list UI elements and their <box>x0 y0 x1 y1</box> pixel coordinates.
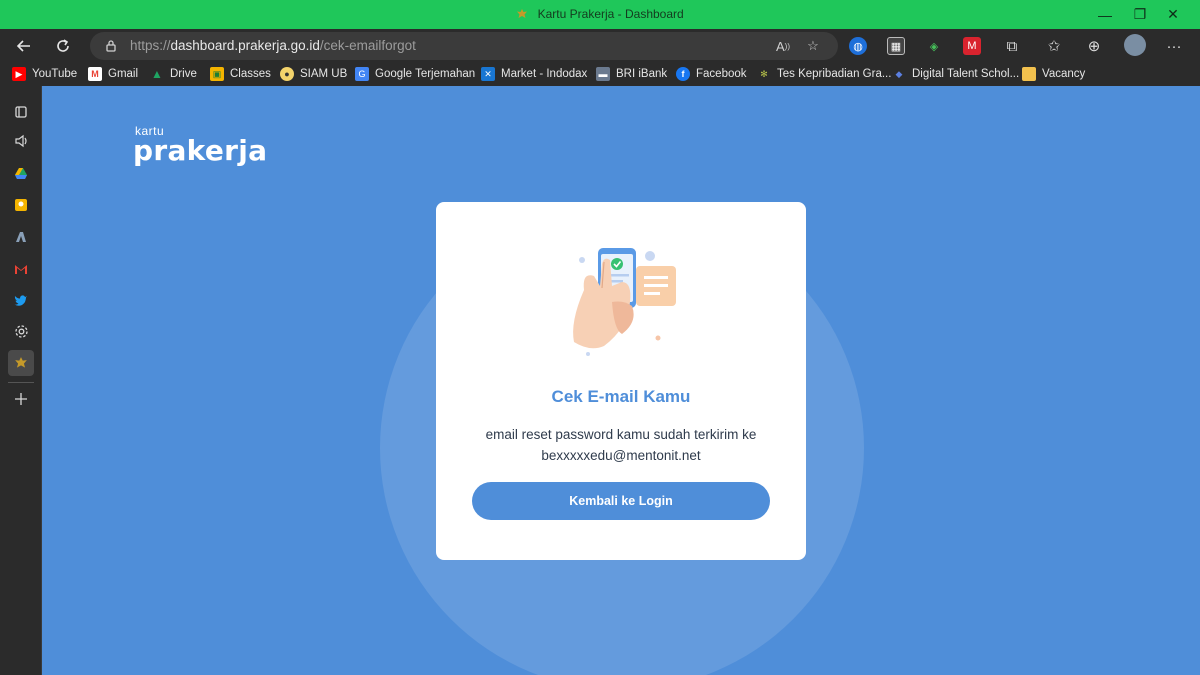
drive-icon: ▲ <box>151 67 163 81</box>
add-favorite-icon[interactable]: ☆ <box>804 37 822 55</box>
extension-grid-icon[interactable]: ▦ <box>887 37 905 55</box>
page-content: kartu prakerja Cek E-mail Kamu email res… <box>42 86 1200 675</box>
bookmark-label: Google Terjemahan <box>375 68 476 80</box>
add-icon[interactable] <box>8 386 34 412</box>
siam-ub-icon: ● <box>280 67 294 81</box>
gmail-icon[interactable] <box>8 256 34 282</box>
close-button[interactable]: ✕ <box>1150 0 1196 29</box>
favorites-icon[interactable]: ✩ <box>1045 37 1063 55</box>
bookmark-market-indodax[interactable]: ✕ Market - Indodax <box>481 66 587 82</box>
extension-m-icon[interactable]: M <box>963 37 981 55</box>
speaker-icon[interactable] <box>8 128 34 154</box>
classroom-icon: ▣ <box>210 67 224 81</box>
prakerja-logo[interactable]: kartu prakerja <box>133 124 267 167</box>
extension-globe-icon[interactable]: ◍ <box>849 37 867 55</box>
back-to-login-button[interactable]: Kembali ke Login <box>472 482 770 520</box>
garuda-icon <box>517 9 528 18</box>
minimize-icon: — <box>1098 6 1112 23</box>
bookmark-label: BRI iBank <box>616 68 668 80</box>
profile-avatar[interactable] <box>1124 34 1146 56</box>
more-icon[interactable]: ··· <box>1165 37 1183 55</box>
bookmark-vacancy[interactable]: ▬ Vacancy <box>1022 66 1085 82</box>
bookmark-siam-ub[interactable]: ● SIAM UB <box>280 66 347 82</box>
close-icon: ✕ <box>1167 6 1179 22</box>
bookmark-label: Facebook <box>696 68 747 80</box>
phone-check-illustration <box>573 248 676 356</box>
bookmark-google-terjemahan[interactable]: G Google Terjemahan <box>355 66 475 82</box>
url-scheme: https:// <box>130 38 171 53</box>
bookmark-label: Tes Kepribadian Gra... <box>777 68 892 80</box>
bookmark-tes-kepribadian[interactable]: ✻ Tes Kepribadian Gra... <box>757 66 891 82</box>
indodax-icon: ✕ <box>481 67 495 81</box>
keep-icon[interactable] <box>8 192 34 218</box>
lock-icon[interactable] <box>104 39 118 53</box>
url-path: /cek-emailforgot <box>319 38 416 53</box>
email-sent-card: Cek E-mail Kamu email reset password kam… <box>436 202 806 560</box>
gmail-icon: M <box>88 67 102 81</box>
bookmark-label: Classes <box>230 68 271 80</box>
digital-talent-icon: ◆ <box>895 68 903 79</box>
bookmark-youtube[interactable]: ▶ YouTube <box>12 66 77 82</box>
prakerja-icon[interactable] <box>8 350 34 376</box>
twitter-icon[interactable] <box>8 287 34 313</box>
back-icon <box>16 40 30 52</box>
back-button[interactable] <box>10 33 38 59</box>
bri-icon: ▬ <box>596 67 610 81</box>
office-icon[interactable] <box>8 224 34 250</box>
window-titlebar: Kartu Prakerja - Dashboard — ❐ ✕ <box>0 0 1200 29</box>
bookmark-digital-talent[interactable]: ◆ Digital Talent Schol... <box>892 66 1020 82</box>
bookmark-label: Market - Indodax <box>501 68 588 80</box>
url-host: dashboard.prakerja.go.id <box>170 38 320 53</box>
url-text[interactable]: https://dashboard.prakerja.go.id/cek-ema… <box>130 38 416 53</box>
bookmark-gmail[interactable]: M Gmail <box>88 66 138 82</box>
bookmark-facebook[interactable]: f Facebook <box>676 66 747 82</box>
extension-leaf-icon[interactable]: ◈ <box>925 37 943 55</box>
bookmark-label: Vacancy <box>1042 68 1086 80</box>
window-title: Kartu Prakerja - Dashboard <box>0 7 1200 21</box>
bookmark-drive[interactable]: ▲ Drive <box>150 66 197 82</box>
tabs-icon[interactable] <box>8 99 34 125</box>
card-message-email: bexxxxxedu@mentonit.net <box>541 448 701 463</box>
bookmark-label: Gmail <box>108 68 139 80</box>
bookmarks-bar: ▶ YouTube M Gmail ▲ Drive ▣ Classes ● SIAM UB… <box>0 62 1200 86</box>
window-title-text: Kartu Prakerja - Dashboard <box>537 7 684 21</box>
folder-icon: ▬ <box>1022 67 1036 81</box>
drive-icon[interactable] <box>8 160 34 186</box>
refresh-icon <box>57 39 69 52</box>
read-aloud-icon[interactable]: A)) <box>774 37 792 55</box>
bookmark-label: Drive <box>170 68 197 80</box>
restore-icon: ❐ <box>1133 6 1147 22</box>
bookmark-label: SIAM UB <box>300 68 348 80</box>
browser-toolbar: https://dashboard.prakerja.go.id/cek-ema… <box>0 29 1200 62</box>
bookmark-label: Digital Talent Schol... <box>912 68 1020 80</box>
card-message-line1: email reset password kamu sudah terkirim… <box>485 427 757 442</box>
logo-big-text: prakerja <box>133 134 268 167</box>
settings-icon[interactable] <box>8 318 34 344</box>
bookmark-classes[interactable]: ▣ Classes <box>210 66 271 82</box>
browser-sidebar <box>0 86 42 675</box>
bookmark-label: YouTube <box>32 68 78 80</box>
card-title: Cek E-mail Kamu <box>551 387 691 406</box>
collections-icon[interactable]: ⊕ <box>1085 37 1103 55</box>
tes-kepribadian-icon: ✻ <box>760 68 768 79</box>
sidebar-divider <box>8 382 34 383</box>
bookmark-bri-ibank[interactable]: ▬ BRI iBank <box>596 66 667 82</box>
google-translate-icon: G <box>355 67 369 81</box>
card-message: email reset password kamu sudah terkirim… <box>436 424 806 466</box>
youtube-icon: ▶ <box>12 67 26 81</box>
extensions-icon[interactable]: ⧉ <box>1003 37 1021 55</box>
address-bar[interactable]: https://dashboard.prakerja.go.id/cek-ema… <box>90 32 838 60</box>
refresh-button[interactable] <box>49 33 77 59</box>
facebook-icon: f <box>676 67 690 81</box>
